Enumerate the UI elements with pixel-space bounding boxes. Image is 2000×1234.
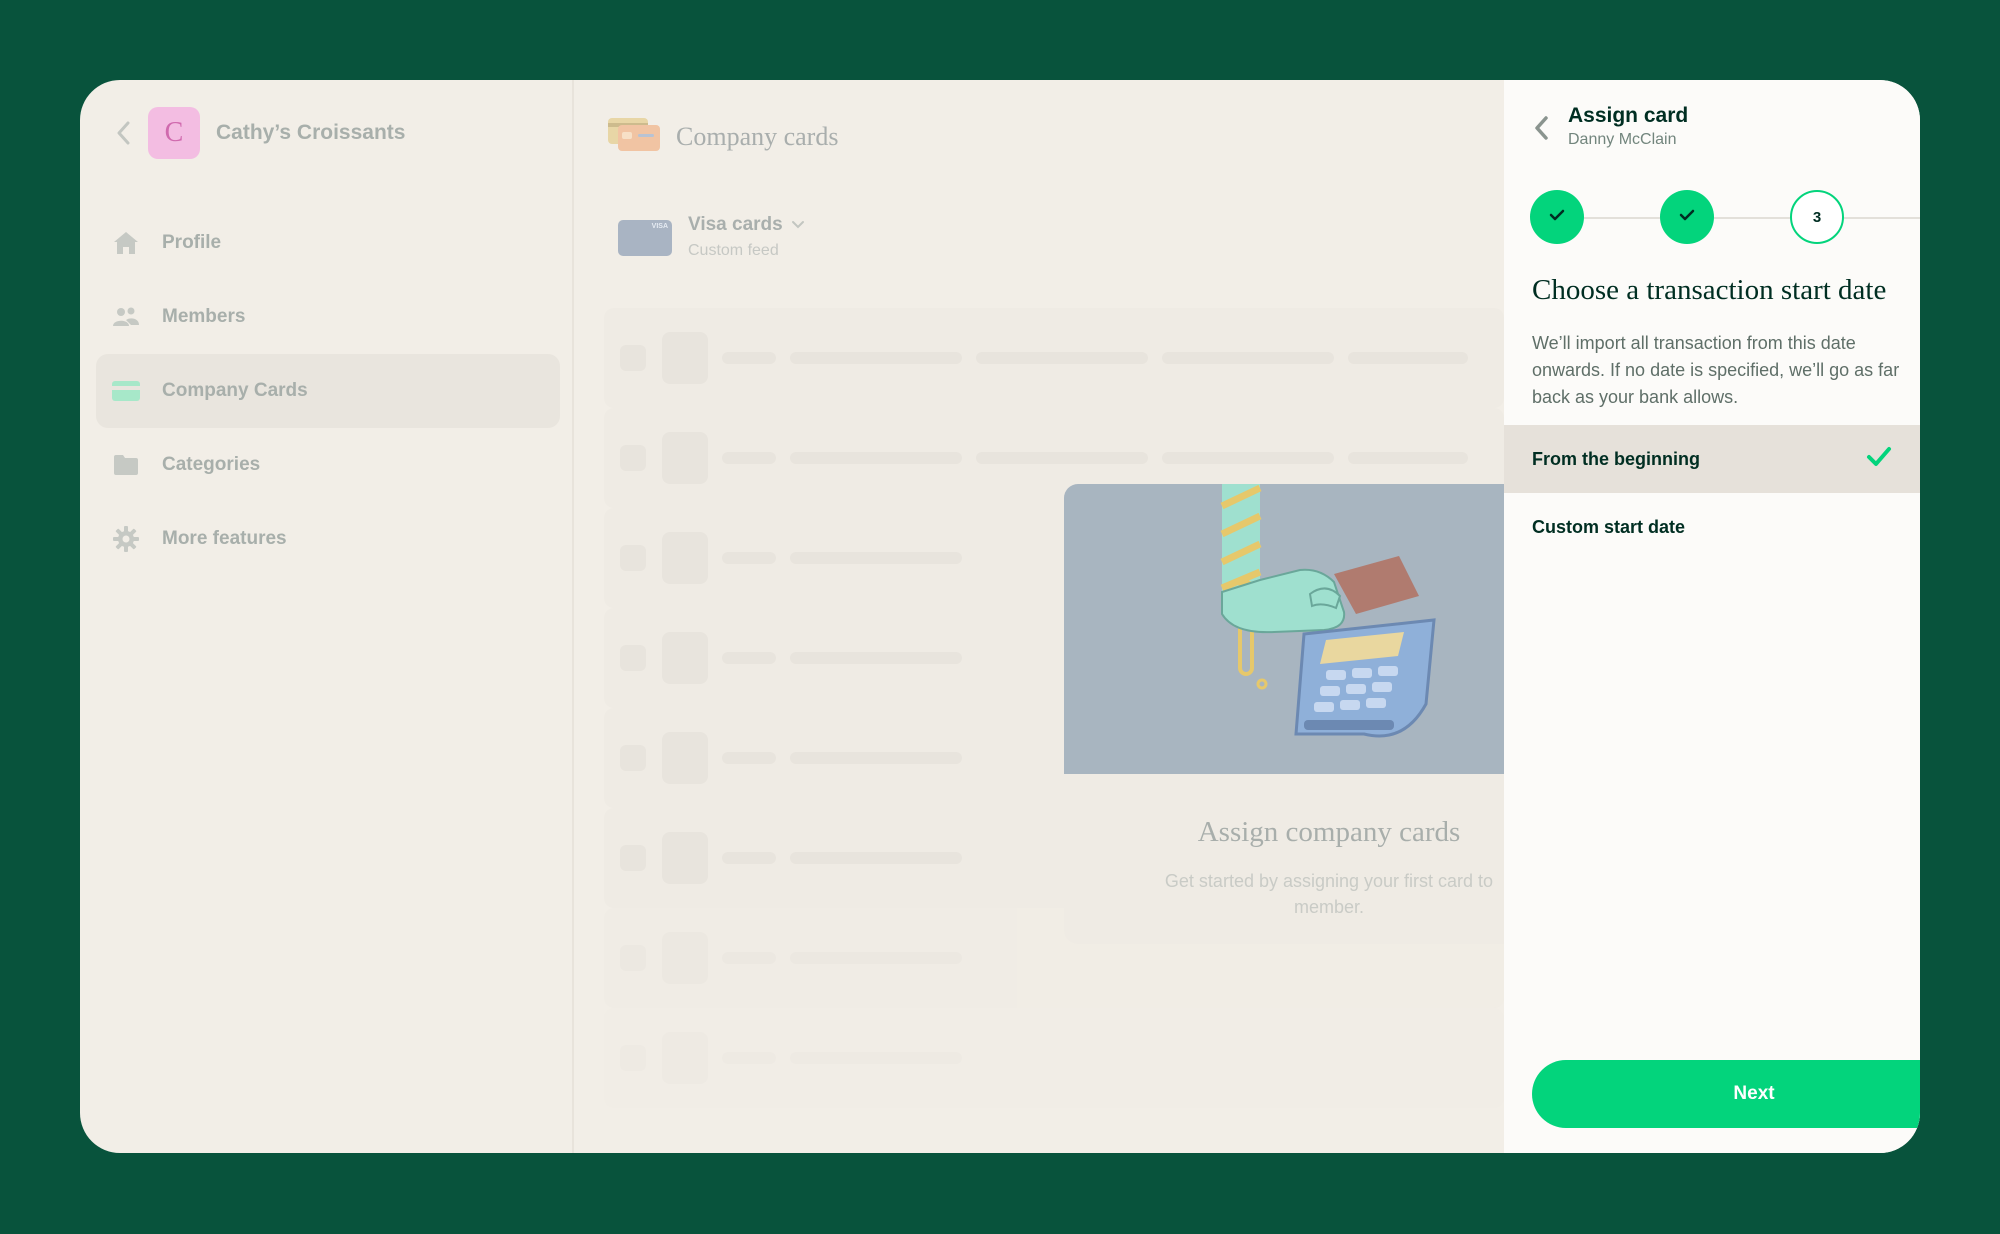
sidebar-item-profile[interactable]: Profile	[96, 206, 560, 280]
skeleton-row	[604, 1008, 1504, 1108]
back-icon[interactable]	[110, 120, 136, 146]
workspace-header: C Cathy’s Croissants	[110, 107, 405, 159]
sidebar-item-label: Members	[162, 306, 246, 327]
assign-card-panel: Assign card Danny McClain 3 4 Choose a t…	[1504, 80, 1920, 1153]
members-icon	[112, 303, 140, 331]
app-window: C Cathy’s Croissants Profile Members Com…	[80, 80, 1920, 1153]
home-icon	[112, 229, 140, 257]
workspace-name: Cathy’s Croissants	[216, 121, 406, 144]
sidebar-item-label: More features	[162, 528, 287, 549]
option-label: Custom start date	[1532, 516, 1686, 537]
step-heading: Choose a transaction start date	[1532, 274, 1887, 306]
chevron-down-icon	[791, 214, 805, 236]
visa-card-icon: VISA	[618, 220, 672, 256]
workspace-avatar: C	[148, 107, 200, 159]
main-content: Company cards VISA Visa cards Custom fee…	[574, 80, 1504, 1153]
card-terminal-illustration	[1064, 484, 1504, 774]
credit-card-icon	[112, 377, 140, 405]
skeleton-row	[604, 308, 1504, 408]
panel-title: Assign card	[1568, 104, 1689, 127]
panel-header: Assign card Danny McClain	[1532, 104, 1688, 149]
feed-name: Visa cards	[688, 214, 783, 235]
gear-icon	[112, 525, 140, 553]
step-description: We’ll import all transaction from this d…	[1532, 333, 1900, 407]
page-header: Company cards	[608, 116, 838, 157]
empty-state: Assign company cards Get started by assi…	[1064, 484, 1504, 944]
sidebar-item-label: Company Cards	[162, 380, 308, 401]
option-label: From the beginning	[1532, 448, 1700, 469]
step-2	[1660, 190, 1714, 244]
sidebar-item-members[interactable]: Members	[96, 280, 560, 354]
next-button[interactable]: Next	[1532, 1060, 1920, 1128]
empty-state-subtitle: Get started by assigning your first card…	[1164, 871, 1494, 917]
sidebar-item-categories[interactable]: Categories	[96, 428, 560, 502]
step-3: 3	[1790, 190, 1844, 244]
back-icon[interactable]	[1532, 108, 1556, 148]
page-title: Company cards	[676, 121, 839, 151]
checkmark-icon	[1549, 208, 1565, 226]
company-cards-icon	[608, 116, 662, 157]
sidebar: C Cathy’s Croissants Profile Members Com…	[80, 80, 574, 1153]
feed-subtitle: Custom feed	[688, 242, 779, 259]
sidebar-item-company-cards[interactable]: Company Cards	[96, 354, 560, 428]
folder-icon	[112, 451, 140, 479]
sidebar-item-more-features[interactable]: More features	[96, 502, 560, 576]
sidebar-nav: Profile Members Company Cards Categories	[96, 206, 560, 576]
stepper: 3 4	[1530, 190, 1920, 246]
sidebar-item-label: Categories	[162, 454, 261, 475]
option-custom-start-date[interactable]: Custom start date	[1504, 493, 1920, 561]
checkmark-icon	[1679, 208, 1695, 226]
option-from-beginning[interactable]: From the beginning	[1504, 425, 1920, 493]
step-1	[1530, 190, 1584, 244]
panel-subtitle: Danny McClain	[1568, 131, 1677, 148]
card-feed-selector[interactable]: VISA Visa cards Custom feed	[618, 214, 805, 260]
sidebar-item-label: Profile	[162, 232, 222, 253]
checkmark-icon	[1866, 446, 1892, 473]
